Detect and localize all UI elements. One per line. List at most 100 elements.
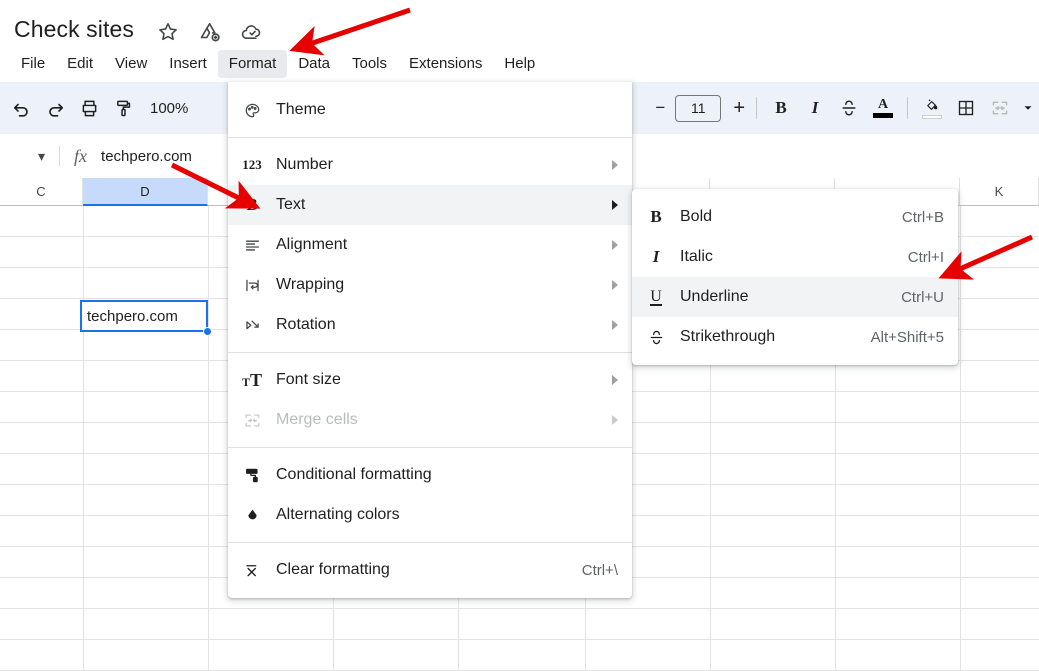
menu-insert[interactable]: Insert: [158, 50, 218, 78]
paint-format-icon[interactable]: [106, 91, 140, 125]
submenu-item-accelerator: Ctrl+I: [907, 248, 944, 266]
menu-file[interactable]: File: [10, 50, 56, 78]
format-dropdown-menu: Theme 123 Number B Text Alignment Wrappi…: [228, 82, 632, 598]
bold-button[interactable]: B: [764, 91, 798, 125]
print-icon[interactable]: [72, 91, 106, 125]
submenu-item-label: Italic: [680, 248, 713, 265]
menu-item-merge-cells: Merge cells: [228, 400, 632, 440]
decrease-font-size-button[interactable]: −: [655, 98, 665, 118]
bold-icon: B: [650, 207, 662, 226]
menu-extensions[interactable]: Extensions: [398, 50, 493, 78]
conditional-formatting-icon: [228, 466, 276, 485]
menu-edit[interactable]: Edit: [56, 50, 104, 78]
menu-item-alignment[interactable]: Alignment: [228, 225, 632, 265]
chevron-right-icon: [612, 240, 618, 250]
menu-item-label: Merge cells: [276, 411, 358, 428]
menu-item-label: Theme: [276, 101, 326, 118]
menu-item-label: Alternating colors: [276, 506, 400, 523]
chevron-right-icon: [612, 320, 618, 330]
fill-handle[interactable]: [203, 327, 212, 336]
move-to-folder-icon[interactable]: [198, 20, 222, 44]
menu-item-label: Wrapping: [276, 276, 345, 293]
menu-item-theme[interactable]: Theme: [228, 90, 632, 130]
zoom-level[interactable]: 100%: [144, 93, 194, 123]
star-icon[interactable]: [156, 20, 180, 44]
bold-b-icon: B: [246, 195, 258, 214]
chevron-right-icon: [612, 280, 618, 290]
submenu-item-label: Strikethrough: [680, 328, 776, 345]
menu-item-label: Text: [276, 196, 306, 213]
selected-cell[interactable]: techpero.com: [80, 300, 208, 332]
menu-separator: [228, 447, 632, 448]
chevron-right-icon: [612, 160, 618, 170]
font-size-icon: TT: [241, 369, 263, 390]
formula-input[interactable]: techpero.com: [101, 148, 192, 165]
title-bar: Check sites File Edit View Insert Format…: [0, 0, 1039, 82]
menu-separator: [228, 352, 632, 353]
menu-item-number[interactable]: 123 Number: [228, 145, 632, 185]
menu-view[interactable]: View: [104, 50, 158, 78]
menu-item-text[interactable]: B Text: [228, 185, 632, 225]
menu-separator: [228, 137, 632, 138]
fx-icon: fx: [74, 145, 88, 166]
document-title[interactable]: Check sites: [14, 16, 134, 43]
menu-item-label: Conditional formatting: [276, 466, 432, 483]
menu-item-rotation[interactable]: Rotation: [228, 305, 632, 345]
chevron-right-icon: [612, 415, 618, 425]
number-123-icon: 123: [242, 157, 262, 172]
column-header-k[interactable]: K: [960, 178, 1039, 206]
borders-icon[interactable]: [949, 91, 983, 125]
merge-cells-icon: [228, 411, 276, 430]
submenu-item-underline[interactable]: U Underline Ctrl+U: [632, 277, 958, 317]
submenu-item-italic[interactable]: I Italic Ctrl+I: [632, 237, 958, 277]
bold-label: B: [775, 98, 787, 117]
menu-item-label: Number: [276, 156, 333, 173]
menu-item-wrapping[interactable]: Wrapping: [228, 265, 632, 305]
italic-button[interactable]: I: [798, 91, 832, 125]
underline-icon: U: [650, 287, 662, 306]
menu-item-alternating-colors[interactable]: Alternating colors: [228, 495, 632, 535]
submenu-item-bold[interactable]: B Bold Ctrl+B: [632, 197, 958, 237]
column-header-c[interactable]: C: [0, 178, 83, 206]
toolbar-overflow-icon[interactable]: [1017, 91, 1039, 125]
menu-item-accelerator: Ctrl+\: [581, 561, 618, 579]
column-header-d[interactable]: D: [83, 178, 208, 206]
cloud-saved-icon[interactable]: [240, 20, 264, 44]
italic-label: I: [811, 98, 819, 117]
strikethrough-icon[interactable]: [832, 91, 866, 125]
menu-item-label: Clear formatting: [276, 561, 390, 578]
menu-data[interactable]: Data: [287, 50, 341, 78]
wrapping-icon: [228, 276, 276, 295]
palette-icon: [228, 101, 276, 120]
increase-font-size-button[interactable]: +: [733, 97, 745, 120]
rotation-icon: [228, 316, 276, 335]
chevron-right-icon: [612, 200, 618, 210]
menu-item-conditional-formatting[interactable]: Conditional formatting: [228, 455, 632, 495]
chevron-right-icon: [612, 375, 618, 385]
merge-cells-icon[interactable]: [983, 91, 1017, 125]
text-submenu: B Bold Ctrl+B I Italic Ctrl+I U Underlin…: [632, 189, 958, 365]
redo-icon[interactable]: [38, 91, 72, 125]
menu-item-label: Rotation: [276, 316, 336, 333]
submenu-item-label: Underline: [680, 288, 749, 305]
undo-icon[interactable]: [4, 91, 38, 125]
alignment-icon: [228, 236, 276, 255]
menu-tools[interactable]: Tools: [341, 50, 398, 78]
submenu-item-accelerator: Ctrl+U: [901, 288, 944, 306]
menu-help[interactable]: Help: [493, 50, 546, 78]
title-icon-group: [156, 20, 264, 44]
clear-formatting-icon: [228, 561, 276, 580]
italic-icon: I: [652, 247, 660, 266]
menu-item-clear-formatting[interactable]: Clear formatting Ctrl+\: [228, 550, 632, 590]
menu-format[interactable]: Format: [217, 50, 288, 78]
alternating-colors-icon: [228, 506, 276, 525]
strikethrough-icon: [632, 328, 680, 347]
menu-bar: File Edit View Insert Format Data Tools …: [10, 50, 546, 78]
submenu-item-accelerator: Alt+Shift+5: [870, 328, 944, 346]
menu-item-font-size[interactable]: TT Font size: [228, 360, 632, 400]
submenu-item-strikethrough[interactable]: Strikethrough Alt+Shift+5: [632, 317, 958, 357]
font-size-input[interactable]: 11: [675, 94, 722, 122]
fill-color-icon[interactable]: [915, 91, 949, 125]
name-box-dropdown-icon[interactable]: ▾: [38, 148, 45, 165]
text-color-icon[interactable]: A: [866, 91, 900, 125]
